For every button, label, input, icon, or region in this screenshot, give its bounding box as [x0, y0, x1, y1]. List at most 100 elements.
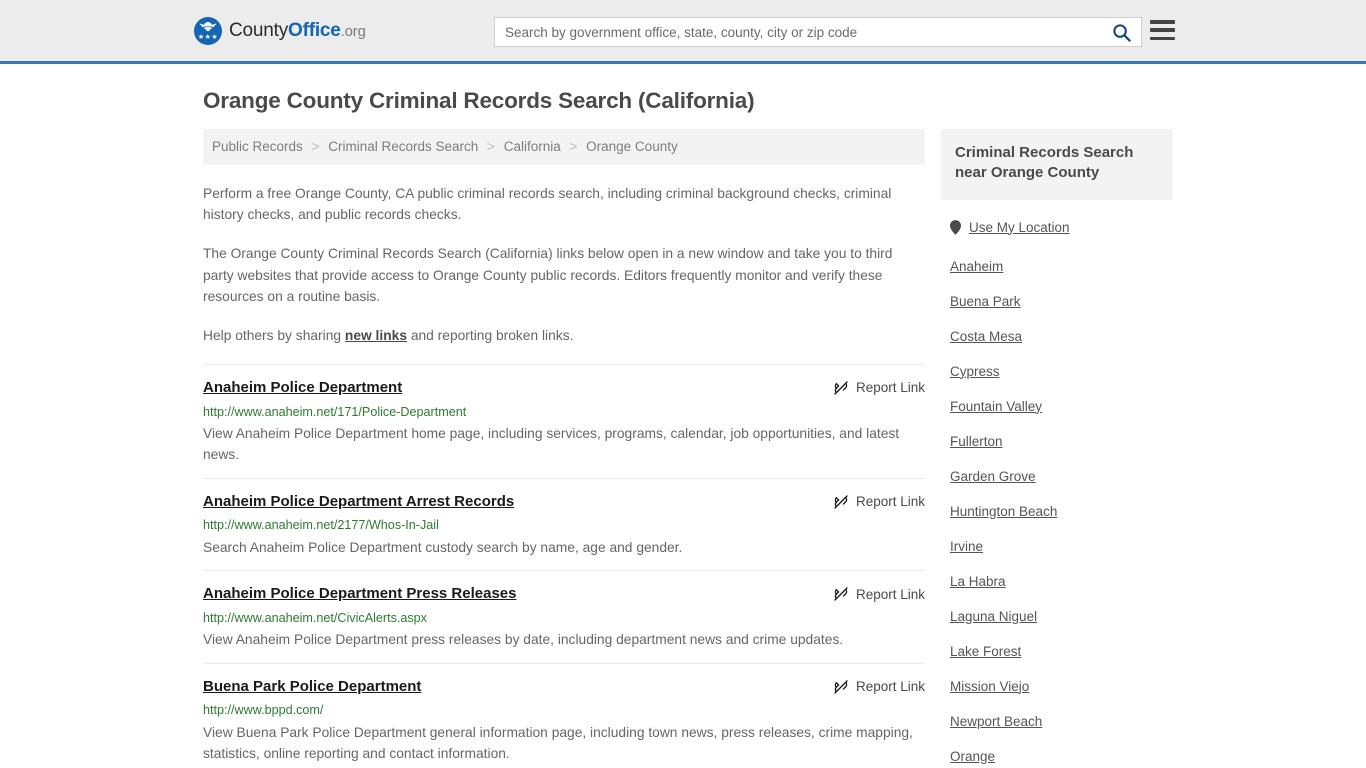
report-link-button[interactable]: Report Link [833, 493, 925, 510]
city-link-irvine[interactable]: Irvine [950, 529, 1173, 564]
listing-item: Buena Park Police Department Report Link [203, 662, 925, 768]
listing-title-link[interactable]: Buena Park Police Department [203, 678, 421, 697]
city-link-fountain-valley[interactable]: Fountain Valley [950, 389, 1173, 424]
listing-description: Search Anaheim Police Department custody… [203, 539, 683, 555]
logo-text-org: .org [340, 22, 366, 40]
city-link-orange[interactable]: Orange [950, 739, 1173, 768]
listing-url[interactable]: http://www.anaheim.net/171/Police-Depart… [203, 404, 925, 420]
city-link-lake-forest[interactable]: Lake Forest [950, 634, 1173, 669]
city-link-newport-beach[interactable]: Newport Beach [950, 704, 1173, 739]
list-item: Irvine [950, 529, 1173, 564]
site-logo[interactable]: ★★★ CountyOffice.org [194, 16, 366, 45]
hamburger-bar-3 [1150, 36, 1175, 40]
search-bar[interactable] [494, 17, 1142, 47]
listing-url[interactable]: http://www.anaheim.net/2177/Whos-In-Jail [203, 517, 925, 533]
content-wrapper: Public Records > Criminal Records Search… [0, 129, 1366, 768]
report-link-label: Report Link [855, 494, 925, 510]
share-text-before: Help others by sharing [203, 328, 345, 344]
listing-description: View Buena Park Police Department genera… [203, 724, 913, 762]
logo-wordmark: CountyOffice.org [229, 20, 366, 42]
breadcrumb-item-1[interactable]: Criminal Records Search [328, 139, 478, 154]
intro-paragraph-3: Help others by sharing new links and rep… [203, 325, 915, 346]
broken-link-icon [834, 679, 848, 694]
logo-text-office: Office [288, 19, 341, 41]
share-text-after: and reporting broken links. [407, 328, 574, 344]
city-link-laguna-niguel[interactable]: Laguna Niguel [950, 599, 1173, 634]
list-item: Lake Forest [950, 634, 1173, 669]
listing-url[interactable]: http://www.bppd.com/ [203, 702, 925, 718]
list-item: Garden Grove [950, 459, 1173, 494]
menu-button[interactable] [1150, 20, 1175, 40]
listing-title-link[interactable]: Anaheim Police Department Arrest Records [203, 493, 514, 512]
report-link-label: Report Link [855, 679, 925, 695]
list-item: Costa Mesa [950, 319, 1173, 354]
listing-title-link[interactable]: Anaheim Police Department [203, 379, 402, 398]
list-item: Cypress [950, 354, 1173, 389]
listing-title-link[interactable]: Anaheim Police Department Press Releases [203, 585, 516, 604]
nearby-city-list: Anaheim Buena Park Costa Mesa Cypress Fo… [941, 249, 1173, 768]
report-link-label: Report Link [855, 380, 925, 396]
broken-link-icon [834, 381, 848, 395]
city-link-cypress[interactable]: Cypress [950, 354, 1173, 389]
breadcrumb-separator: > [487, 139, 495, 154]
breadcrumb: Public Records > Criminal Records Search… [203, 129, 925, 165]
listing-description: View Anaheim Police Department home page… [203, 425, 900, 463]
page-title: Orange County Criminal Records Search (C… [203, 88, 755, 113]
list-item: Buena Park [950, 284, 1173, 319]
listing-header: Anaheim Police Department Arrest Records… [203, 493, 925, 512]
breadcrumb-item-2[interactable]: California [504, 139, 561, 154]
new-links-link[interactable]: new links [345, 328, 407, 343]
city-link-garden-grove[interactable]: Garden Grove [950, 459, 1173, 494]
breadcrumb-separator: > [311, 139, 320, 154]
intro-paragraph-1: Perform a free Orange County, CA public … [203, 185, 892, 222]
city-link-mission-viejo[interactable]: Mission Viejo [950, 669, 1173, 704]
list-item: Mission Viejo [950, 669, 1173, 704]
hamburger-bar-1 [1150, 20, 1175, 24]
eagle-seal-icon: ★★★ [194, 16, 222, 45]
map-pin-icon [950, 219, 961, 235]
list-item: La Habra [950, 564, 1173, 599]
list-item: Laguna Niguel [950, 599, 1173, 634]
main-column: Public Records > Criminal Records Search… [203, 129, 925, 768]
listing-description: View Anaheim Police Department press rel… [203, 632, 844, 648]
city-link-fullerton[interactable]: Fullerton [950, 424, 1173, 459]
site-header: ★★★ CountyOffice.org [0, 0, 1366, 64]
broken-link-icon [834, 587, 848, 601]
city-link-costa-mesa[interactable]: Costa Mesa [950, 319, 1173, 354]
breadcrumb-separator: > [569, 139, 578, 154]
search-input[interactable] [495, 18, 1101, 46]
listing-item: Anaheim Police Department Arrest Records… [203, 477, 925, 570]
report-link-button[interactable]: Report Link [833, 379, 925, 396]
listing-item: Anaheim Police Department Press Releases… [203, 570, 925, 662]
use-my-location-label: Use My Location [969, 219, 1070, 235]
page-body: Orange County Criminal Records Search (C… [0, 88, 1366, 768]
report-link-button[interactable]: Report Link [833, 678, 925, 695]
use-my-location-button[interactable]: Use My Location [941, 220, 1173, 235]
city-link-buena-park[interactable]: Buena Park [950, 284, 1173, 319]
listing-url[interactable]: http://www.anaheim.net/CivicAlerts.aspx [203, 610, 925, 626]
list-item: Huntington Beach [950, 494, 1173, 529]
listings-container: Anaheim Police Department Report Link ht… [203, 363, 925, 768]
listing-header: Anaheim Police Department Report Link [203, 379, 925, 398]
intro-paragraph-2: The Orange County Criminal Records Searc… [203, 246, 893, 304]
city-link-anaheim[interactable]: Anaheim [950, 249, 1173, 284]
breadcrumb-item-3[interactable]: Orange County [586, 139, 678, 154]
search-button[interactable] [1101, 18, 1141, 46]
sidebar-card: Criminal Records Search near Orange Coun… [941, 129, 1173, 200]
listing-header: Anaheim Police Department Press Releases… [203, 585, 925, 604]
list-item: Fullerton [950, 424, 1173, 459]
search-icon [1112, 23, 1131, 42]
city-link-huntington-beach[interactable]: Huntington Beach [950, 494, 1173, 529]
logo-text-county: County [229, 19, 289, 41]
sidebar: Criminal Records Search near Orange Coun… [941, 129, 1173, 768]
list-item: Anaheim [950, 249, 1173, 284]
list-item: Newport Beach [950, 704, 1173, 739]
report-link-button[interactable]: Report Link [833, 585, 925, 602]
stars-glyph: ★★★ [197, 33, 219, 41]
broken-link-icon [834, 494, 848, 509]
list-item: Orange [950, 739, 1173, 768]
city-link-la-habra[interactable]: La Habra [950, 564, 1173, 599]
breadcrumb-item-0[interactable]: Public Records [212, 139, 303, 154]
listing-item: Anaheim Police Department Report Link ht… [203, 363, 925, 478]
report-link-label: Report Link [855, 586, 925, 602]
